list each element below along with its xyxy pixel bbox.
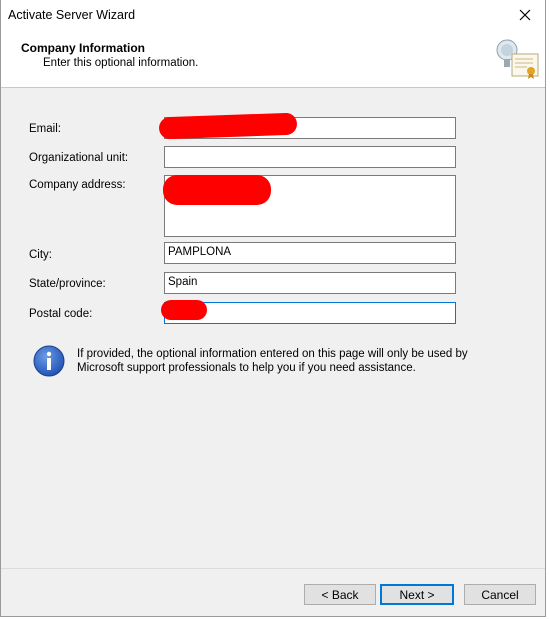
- close-icon: [519, 9, 531, 21]
- cancel-button[interactable]: Cancel: [464, 584, 536, 605]
- wizard-window: Activate Server Wizard Company Informati…: [0, 0, 546, 617]
- window-edge: [546, 0, 550, 619]
- org-unit-label: Organizational unit:: [29, 152, 129, 164]
- info-icon: [33, 345, 65, 377]
- redaction-mark: [161, 300, 207, 320]
- email-label: Email:: [29, 123, 61, 135]
- org-unit-field[interactable]: [164, 146, 456, 168]
- state-label: State/province:: [29, 278, 106, 290]
- page-title: Company Information: [21, 41, 146, 55]
- city-label: City:: [29, 249, 52, 261]
- redaction-mark: [163, 175, 271, 205]
- window-title: Activate Server Wizard: [8, 8, 136, 22]
- address-label: Company address:: [29, 179, 126, 191]
- info-text: If provided, the optional information en…: [77, 348, 468, 374]
- wizard-header: Company Information Enter this optional …: [1, 30, 545, 88]
- city-field[interactable]: PAMPLONA: [164, 242, 456, 264]
- next-button[interactable]: Next >: [380, 584, 454, 605]
- postal-label: Postal code:: [29, 308, 93, 320]
- server-certificate-icon: [496, 39, 539, 79]
- postal-field[interactable]: [164, 302, 456, 324]
- state-field[interactable]: Spain: [164, 272, 456, 294]
- close-button[interactable]: [505, 0, 545, 30]
- back-button[interactable]: < Back: [304, 584, 376, 605]
- footer-divider: [1, 568, 545, 569]
- title-bar: Activate Server Wizard: [1, 0, 545, 30]
- page-subtitle: Enter this optional information.: [43, 57, 199, 69]
